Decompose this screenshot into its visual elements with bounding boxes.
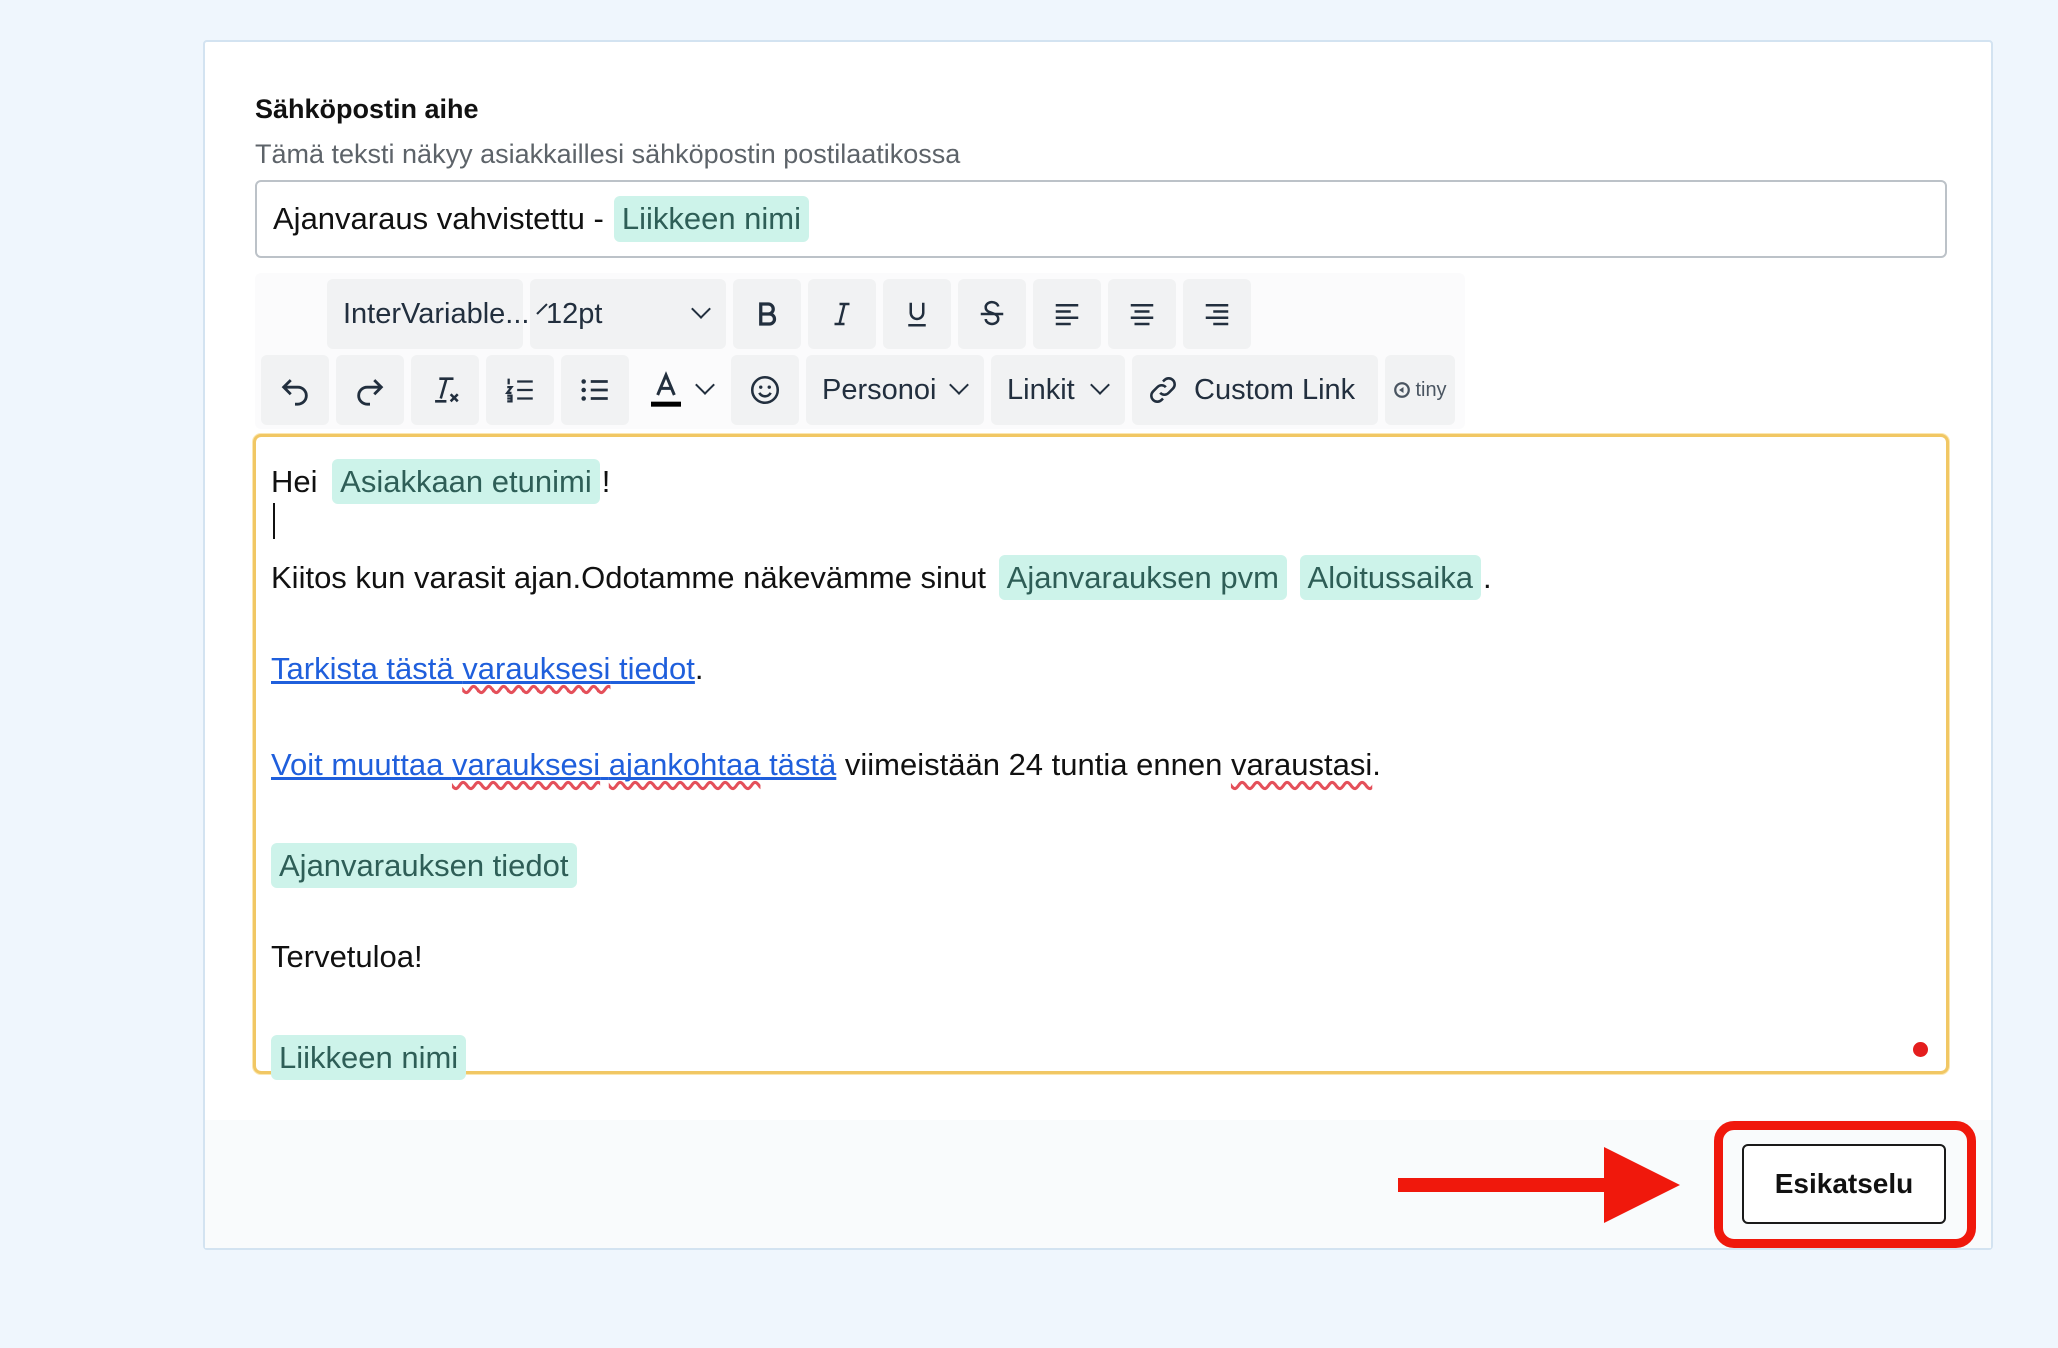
subject-chip-business-name[interactable]: Liikkeen nimi [613,196,810,242]
change-booking-link[interactable]: Voit muuttaa varauksesi ajankohtaa tästä [271,747,836,782]
chevron-down-icon [949,375,969,395]
review-link-period: . [694,651,704,686]
underline-button[interactable] [883,279,951,349]
bold-icon [759,302,777,326]
font-size-select[interactable]: 12pt [530,279,726,349]
font-family-value: InterVariable... [343,297,530,330]
chip-customer-first-name[interactable]: Asiakkaan etunimi [332,459,600,505]
details-line: Ajanvarauksen tiedot [271,843,579,889]
chip-start-time[interactable]: Aloitussaika [1299,555,1481,601]
change-link-line: Voit muuttaa varauksesi ajankohtaa tästä… [271,747,1381,783]
chevron-down-icon [1090,375,1110,395]
emoji-icon [750,375,780,405]
link-icon [1150,377,1176,403]
greeting-text: Hei [271,464,318,499]
personalize-label: Personoi [822,373,937,406]
bullet-list-button[interactable] [561,355,629,425]
numbered-list-icon [504,378,533,403]
underline-icon [908,302,926,327]
undo-icon [281,379,308,406]
clear-formatting-button[interactable] [411,355,479,425]
chevron-down-icon [695,375,715,395]
chevron-down-icon [691,299,711,319]
emoji-button[interactable] [731,355,799,425]
annotation-arrow-head-icon [1604,1147,1680,1223]
email-settings-card: Sähköpostin aihe Tämä teksti näkyy asiak… [203,40,1993,1250]
tiny-label: tiny [1415,378,1447,401]
text-color-button[interactable] [636,355,724,425]
redo-icon [357,379,384,406]
italic-button[interactable] [808,279,876,349]
review-booking-link[interactable]: Tarkista tästä varauksesi tiedot [271,651,695,686]
thanks-text: Kiitos kun varasit ajan.Odotamme näkeväm… [271,560,987,595]
tiny-logo-icon [1394,382,1411,398]
signature-line: Liikkeen nimi [271,1035,468,1081]
font-family-select[interactable]: InterVariable... [327,279,549,349]
font-size-value: 12pt [546,297,603,330]
bold-button[interactable] [733,279,801,349]
strikethrough-icon [980,300,1004,326]
email-body-editor[interactable]: Hei Asiakkaan etunimi! Kiitos kun varasi… [253,434,1949,1081]
subject-text: Ajanvaraus vahvistettu - [273,201,604,236]
toolbar-row-1: InterVariable... 12pt [327,279,1258,349]
welcome-line: Tervetuloa! [271,939,423,974]
links-menu-button[interactable]: Linkit [991,355,1125,425]
align-right-icon [1205,304,1229,326]
subject-help-text: Tämä teksti näkyy asiakkaillesi sähköpos… [255,139,961,169]
align-right-button[interactable] [1183,279,1251,349]
toolbar-row-2: Personoi Linkit Custom Link tiny [261,355,1462,425]
undo-button[interactable] [261,355,329,425]
clear-formatting-icon [435,377,459,403]
align-left-button[interactable] [1033,279,1101,349]
deadline-text: viimeistään 24 tuntia ennen varaustasi. [836,747,1381,782]
editor-toolbar: InterVariable... 12pt Personoi Linkit Cu… [255,273,1465,429]
greeting-end: ! [601,464,611,499]
review-link-line: Tarkista tästä varauksesi tiedot. [271,651,704,687]
annotation-arrow-shaft [1398,1178,1608,1192]
text-color-icon [651,371,681,407]
custom-link-label: Custom Link [1194,373,1356,406]
numbered-list-button[interactable] [486,355,554,425]
chip-business-name[interactable]: Liikkeen nimi [271,1035,467,1081]
subject-label: Sähköpostin aihe [255,94,479,124]
tiny-branding-link[interactable]: tiny [1385,355,1455,425]
bullet-list-icon [581,379,608,401]
text-cursor [273,503,275,539]
subject-input[interactable]: Ajanvaraus vahvistettu - Liikkeen nimi [255,180,1947,258]
chip-booking-details[interactable]: Ajanvarauksen tiedot [271,843,577,889]
links-label: Linkit [1007,373,1075,406]
align-center-button[interactable] [1108,279,1176,349]
align-center-icon [1130,304,1154,326]
redo-button[interactable] [336,355,404,425]
italic-icon [834,302,850,326]
thanks-period: . [1482,560,1492,595]
greeting-line: Hei Asiakkaan etunimi! [271,459,611,505]
preview-button[interactable]: Esikatselu [1742,1144,1946,1224]
status-dot-icon [1913,1042,1928,1057]
strikethrough-button[interactable] [958,279,1026,349]
personalize-menu-button[interactable]: Personoi [806,355,984,425]
custom-link-button[interactable]: Custom Link [1132,355,1378,425]
chip-booking-date[interactable]: Ajanvarauksen pvm [998,555,1287,601]
thanks-line: Kiitos kun varasit ajan.Odotamme näkeväm… [271,555,1492,601]
align-left-icon [1055,304,1079,326]
